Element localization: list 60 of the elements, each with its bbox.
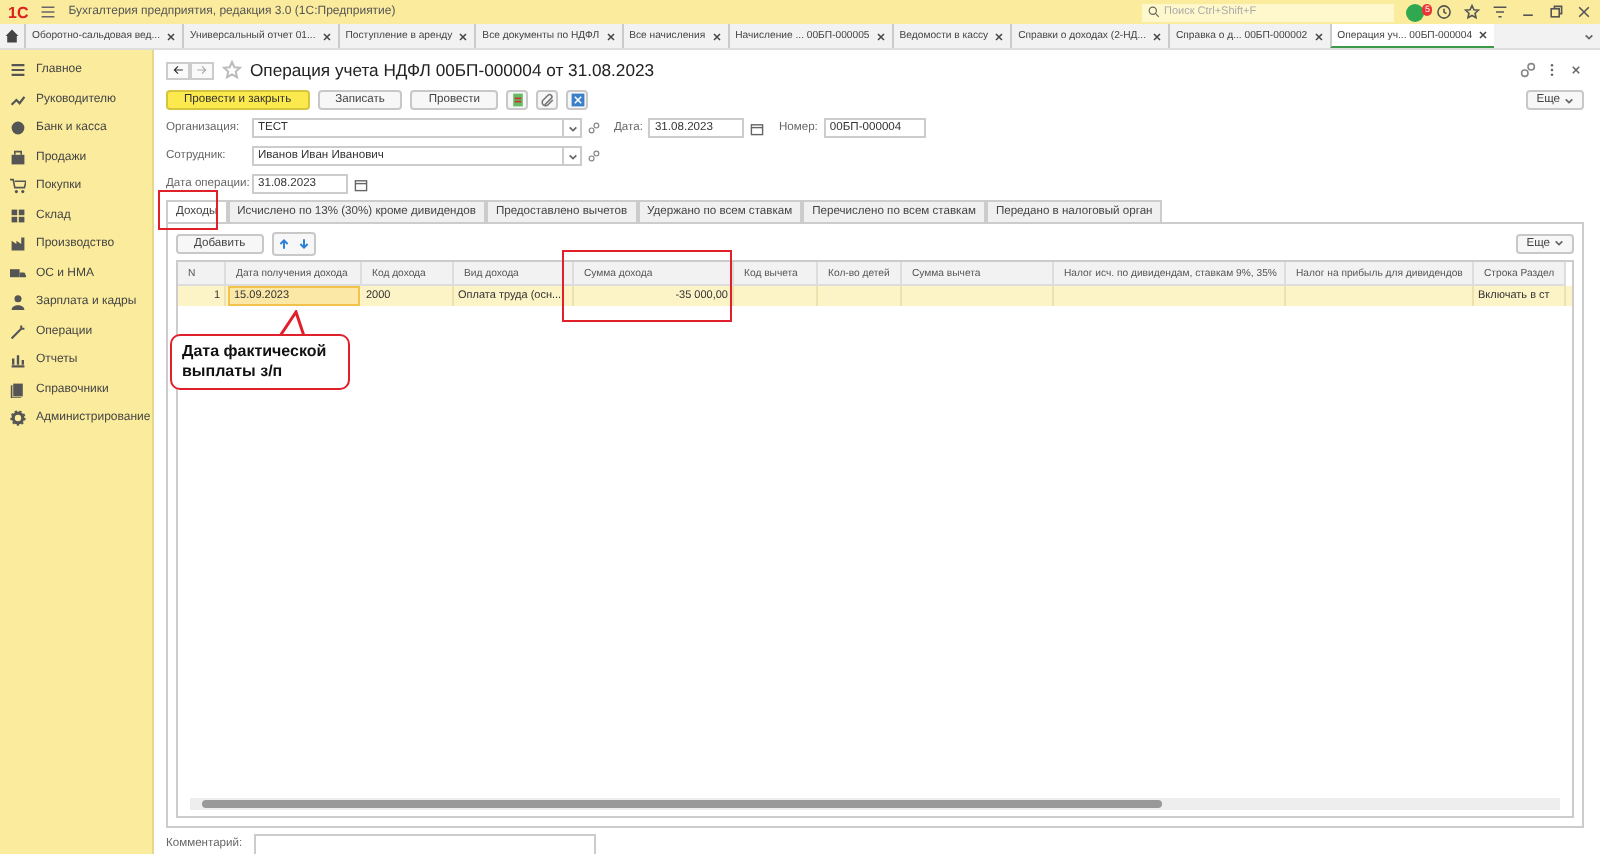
close-icon[interactable] — [458, 31, 469, 41]
caret-icon — [1583, 31, 1593, 41]
search-icon — [1148, 6, 1160, 18]
toolbar-button[interactable] — [566, 90, 589, 110]
scrollbar[interactable] — [190, 798, 1560, 810]
highlight-frame — [158, 190, 218, 230]
table-icon — [569, 92, 586, 108]
menu-icon[interactable] — [40, 4, 57, 20]
close-icon[interactable] — [605, 31, 616, 41]
arrow-down-icon — [297, 237, 310, 249]
book-icon — [10, 381, 26, 398]
bag-icon — [10, 149, 26, 166]
forward-icon — [196, 64, 208, 76]
trend-icon — [10, 91, 26, 108]
star-icon[interactable] — [1464, 4, 1480, 20]
link-icon[interactable] — [588, 150, 600, 162]
document-icon — [509, 92, 526, 108]
close-icon[interactable] — [1478, 30, 1489, 40]
coin-icon — [10, 120, 26, 137]
close-icon[interactable] — [1313, 31, 1324, 41]
grid-icon — [10, 207, 26, 224]
close-icon[interactable] — [166, 31, 176, 41]
toolbar-button[interactable] — [536, 90, 559, 110]
close-icon[interactable] — [321, 31, 332, 41]
paperclip-icon — [539, 92, 556, 108]
caret-icon — [567, 151, 577, 161]
caret-icon — [1554, 238, 1564, 248]
back-button[interactable] — [166, 61, 190, 79]
close-icon[interactable] — [1151, 31, 1162, 41]
back-icon — [172, 64, 184, 76]
link-icon[interactable] — [588, 122, 600, 134]
truck-icon — [10, 265, 26, 282]
comment-field[interactable] — [254, 833, 596, 854]
bar-chart-icon — [10, 352, 26, 369]
close-icon[interactable] — [1576, 4, 1592, 20]
person-icon — [10, 294, 26, 311]
calendar-icon[interactable] — [354, 177, 368, 191]
close-icon[interactable] — [994, 31, 1005, 41]
menu-icon — [10, 62, 26, 79]
filter-icon[interactable] — [1492, 4, 1508, 20]
callout-pointer — [278, 310, 306, 336]
close-icon[interactable] — [711, 31, 722, 41]
app-logo: 1С — [8, 3, 29, 21]
factory-icon — [10, 236, 26, 253]
calendar-icon[interactable] — [750, 121, 765, 135]
caret-icon — [567, 123, 577, 133]
caret-icon — [1564, 95, 1574, 105]
link-icon[interactable] — [1520, 62, 1536, 78]
history-icon[interactable] — [1436, 4, 1452, 20]
settings-icon — [10, 410, 26, 427]
cart-icon — [10, 178, 26, 195]
toolbar-button[interactable] — [506, 90, 529, 110]
close-icon[interactable] — [875, 31, 886, 41]
home-icon[interactable] — [4, 28, 20, 44]
form-title: Операция учета НДФЛ 00БП-000004 от 31.08.2023 — [250, 60, 655, 80]
arrow-up-icon — [277, 237, 290, 249]
star-icon[interactable] — [222, 60, 242, 80]
restore-icon[interactable] — [1548, 4, 1564, 20]
close-icon[interactable] — [1568, 62, 1584, 78]
wand-icon — [10, 323, 26, 340]
